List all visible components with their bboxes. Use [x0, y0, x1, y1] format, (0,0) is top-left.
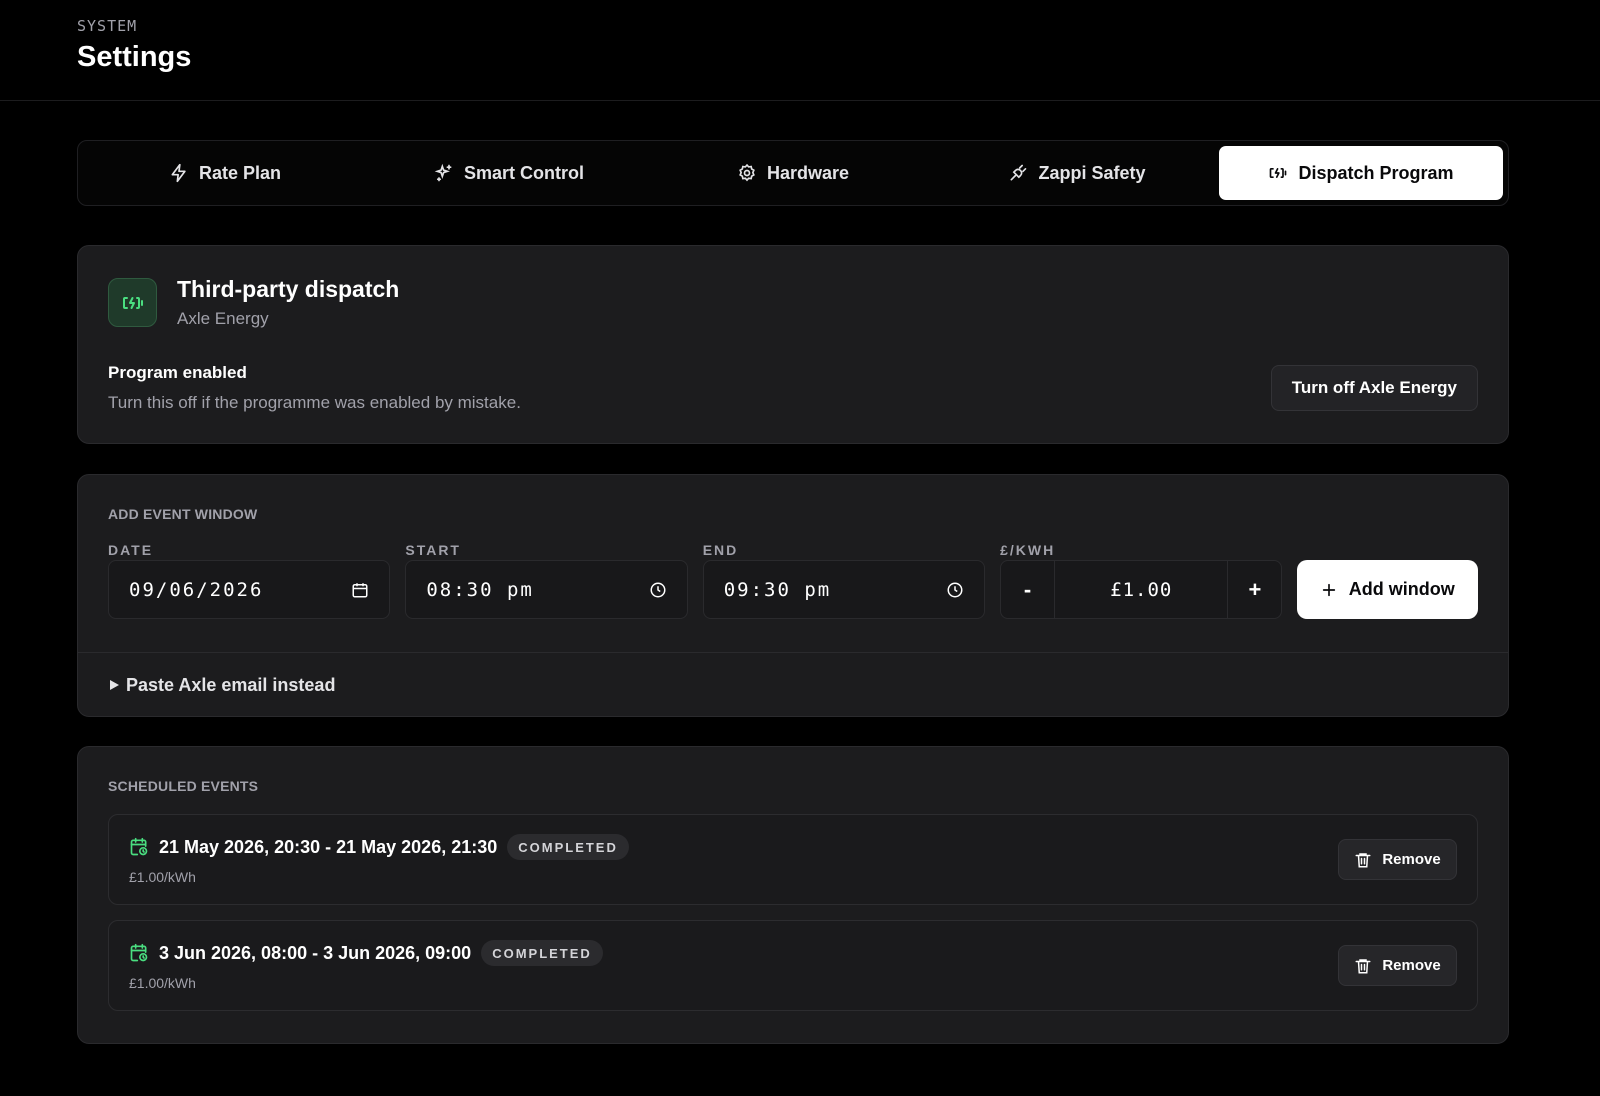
tab-label: Rate Plan: [198, 162, 282, 183]
trash-icon: [1355, 958, 1371, 973]
sparkles-icon: [434, 163, 452, 182]
tab-label: Hardware: [766, 162, 850, 183]
remove-label: Remove: [1382, 957, 1441, 974]
battery-charging-icon: [1270, 168, 1287, 178]
event-range: 21 May 2026, 20:30 - 21 May 2026, 21:30: [159, 836, 498, 857]
program-status-desc: Turn this off if the programme was enabl…: [108, 393, 521, 412]
date-field: DATE 09/06/2026: [108, 542, 391, 619]
add-window-button[interactable]: Add window: [1297, 560, 1479, 619]
date-value: 09/06/2026: [129, 578, 264, 601]
tab-hardware[interactable]: Hardware: [651, 146, 935, 200]
start-time-value: 08:30 pm: [426, 578, 534, 601]
event-range: 3 Jun 2026, 08:00 - 3 Jun 2026, 09:00: [159, 942, 472, 963]
add-event-section-label: ADD EVENT WINDOW: [108, 506, 258, 522]
caret-right-icon: [110, 680, 119, 690]
event-price: £1.00/kWh: [129, 975, 196, 991]
add-window-label: Add window: [1348, 579, 1455, 599]
remove-event-button[interactable]: Remove: [1338, 839, 1457, 880]
clock-icon[interactable]: [649, 581, 667, 599]
status-badge: COMPLETED: [507, 834, 629, 860]
start-time-input[interactable]: 08:30 pm: [405, 560, 688, 619]
end-time-value: 09:30 pm: [723, 578, 832, 601]
turn-off-provider-button[interactable]: Turn off Axle Energy: [1270, 365, 1478, 411]
paste-email-label: Paste Axle email instead: [126, 674, 336, 695]
battery-charging-icon: [108, 278, 157, 327]
tab-label: Zappi Safety: [1038, 162, 1146, 183]
calendar-icon[interactable]: [351, 581, 369, 599]
settings-tabs: Rate Plan Smart Control Hardware Zappi S…: [77, 140, 1509, 206]
scheduled-section-label: SCHEDULED EVENTS: [108, 778, 259, 794]
price-stepper: - £1.00 +: [1000, 560, 1283, 619]
event-row: 3 Jun 2026, 08:00 - 3 Jun 2026, 09:00 CO…: [108, 920, 1478, 1011]
event-price: £1.00/kWh: [129, 869, 196, 885]
end-field: END 09:30 pm: [702, 542, 986, 619]
clock-icon[interactable]: [946, 581, 964, 599]
plug-icon: [1010, 164, 1027, 181]
plus-icon: [1322, 583, 1335, 596]
calendar-clock-icon: [130, 943, 148, 962]
date-label: DATE: [108, 542, 154, 558]
gear-icon: [739, 163, 755, 182]
trash-icon: [1355, 852, 1371, 867]
date-input[interactable]: 09/06/2026: [108, 560, 391, 619]
start-field: START 08:30 pm: [405, 542, 688, 619]
tab-rate-plan[interactable]: Rate Plan: [83, 146, 367, 200]
paste-email-toggle[interactable]: Paste Axle email instead: [78, 653, 1508, 717]
price-decrement-button[interactable]: -: [1001, 561, 1054, 618]
program-status-label: Program enabled: [108, 363, 247, 382]
price-label: £/KWH: [1000, 542, 1056, 558]
status-badge: COMPLETED: [481, 940, 603, 966]
end-label: END: [702, 542, 739, 558]
price-value[interactable]: £1.00: [1054, 561, 1229, 618]
program-title: Third-party dispatch: [177, 276, 400, 302]
tab-label: Smart Control: [463, 162, 584, 183]
tab-dispatch-program[interactable]: Dispatch Program: [1219, 146, 1503, 200]
lightning-icon: [171, 163, 186, 183]
start-label: START: [405, 542, 461, 558]
page-title: Settings: [77, 41, 192, 73]
remove-label: Remove: [1382, 851, 1441, 868]
dispatch-program-card: Third-party dispatch Axle Energy Program…: [77, 245, 1509, 444]
tab-zappi-safety[interactable]: Zappi Safety: [935, 146, 1219, 200]
end-time-input[interactable]: 09:30 pm: [702, 560, 986, 619]
add-event-window-card: ADD EVENT WINDOW DATE 09/06/2026 START 0…: [77, 474, 1509, 717]
calendar-clock-icon: [130, 837, 148, 856]
program-provider: Axle Energy: [177, 309, 269, 328]
page-header: SYSTEM Settings: [0, 0, 1600, 101]
remove-event-button[interactable]: Remove: [1338, 945, 1457, 986]
section-eyebrow: SYSTEM: [77, 17, 138, 35]
tab-label: Dispatch Program: [1298, 162, 1454, 183]
scheduled-events-card: SCHEDULED EVENTS 21 May 2026, 20:30 - 21…: [77, 746, 1509, 1044]
event-row: 21 May 2026, 20:30 - 21 May 2026, 21:30 …: [108, 814, 1478, 905]
tab-smart-control[interactable]: Smart Control: [367, 146, 651, 200]
price-field: £/KWH - £1.00 +: [1000, 542, 1283, 619]
price-increment-button[interactable]: +: [1228, 561, 1281, 618]
